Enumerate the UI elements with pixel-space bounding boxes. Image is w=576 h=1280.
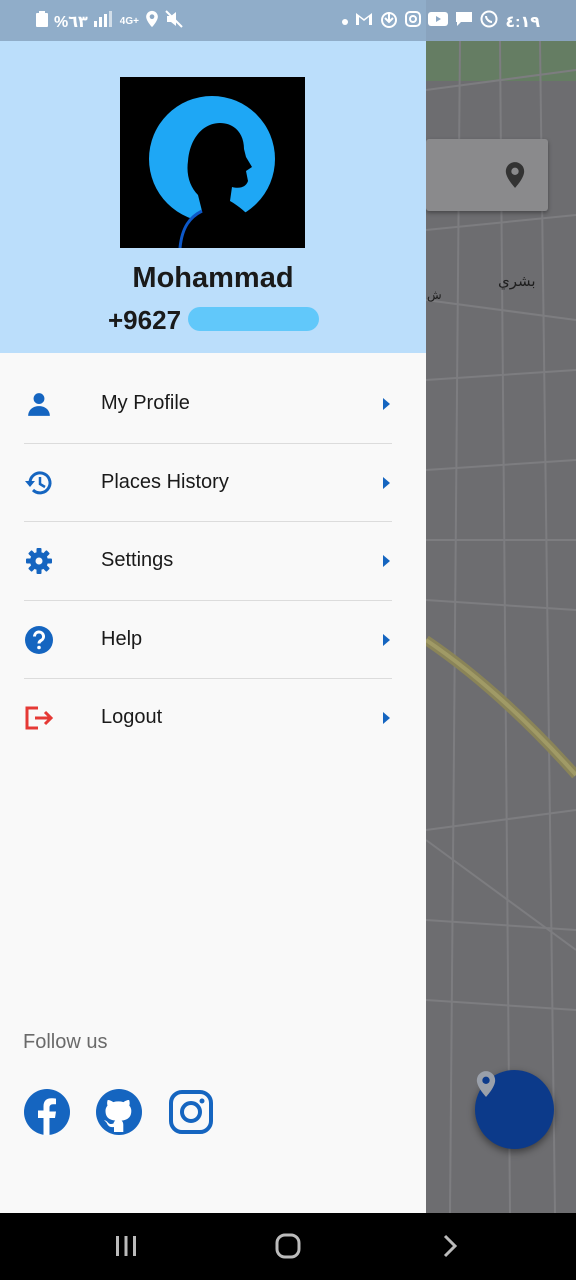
dot-icon [342,18,349,25]
chevron-right-icon [380,709,392,727]
menu-label-logout: Logout [101,706,163,728]
social-links [23,1088,215,1136]
chevron-right-icon [380,474,392,492]
map-label-street: ش [427,288,442,302]
youtube-icon [428,12,449,31]
menu-item-my-profile[interactable]: My Profile [0,365,426,444]
mute-icon [165,10,183,33]
github-icon[interactable] [95,1088,143,1136]
logout-icon [24,703,54,733]
drawer-header: Mohammad +9627 [0,0,426,353]
navigation-drawer: Mohammad +9627 My Profile Places History [0,0,426,1213]
history-icon [24,468,54,498]
network-type: 4G+ [119,16,139,27]
menu-label-help: Help [101,627,143,650]
system-nav-bar [0,1213,576,1280]
signal-icon [93,11,114,32]
user-phone: +9627 [108,305,182,335]
menu-label-settings: Settings [101,549,174,571]
menu-label-my-profile: My Profile [101,392,190,414]
location-status-icon [145,10,159,33]
message-icon [455,11,473,32]
recent-apps-button[interactable] [110,1231,142,1261]
follow-us-label: Follow us [23,1031,108,1053]
map-search-box[interactable] [426,139,548,211]
map-label-bushra: بشري [498,272,536,290]
location-fab-button[interactable] [475,1070,554,1149]
menu-label-places-history: Places History [101,470,229,493]
instagram-status-icon [405,11,422,32]
gear-icon [24,546,54,576]
phone-redaction [188,307,319,331]
menu-item-help[interactable]: Help [0,601,426,679]
battery-icon [36,11,48,32]
download-icon [380,10,398,33]
facebook-icon[interactable] [23,1088,71,1136]
user-name: Mohammad [132,262,294,294]
menu-item-logout[interactable]: Logout [0,679,426,758]
chevron-right-icon [380,631,392,649]
menu-item-places-history[interactable]: Places History [0,444,426,522]
home-button[interactable] [272,1231,304,1261]
battery-percent: %٦٣ [54,13,88,31]
status-bar: %٦٣ 4G+ ٤:١٩ [0,0,576,41]
chevron-right-icon [380,552,392,570]
chevron-right-icon [380,395,392,413]
instagram-icon[interactable] [167,1088,215,1136]
whatsapp-icon [480,10,498,33]
menu-item-settings[interactable]: Settings [0,522,426,601]
drawer-menu: My Profile Places History Settings Help … [0,365,426,758]
clock-time: ٤:١٩ [505,13,540,31]
avatar[interactable] [120,77,305,248]
back-button[interactable] [434,1231,466,1261]
help-icon [24,625,54,655]
person-icon [24,389,54,419]
gmail-icon [355,12,373,31]
